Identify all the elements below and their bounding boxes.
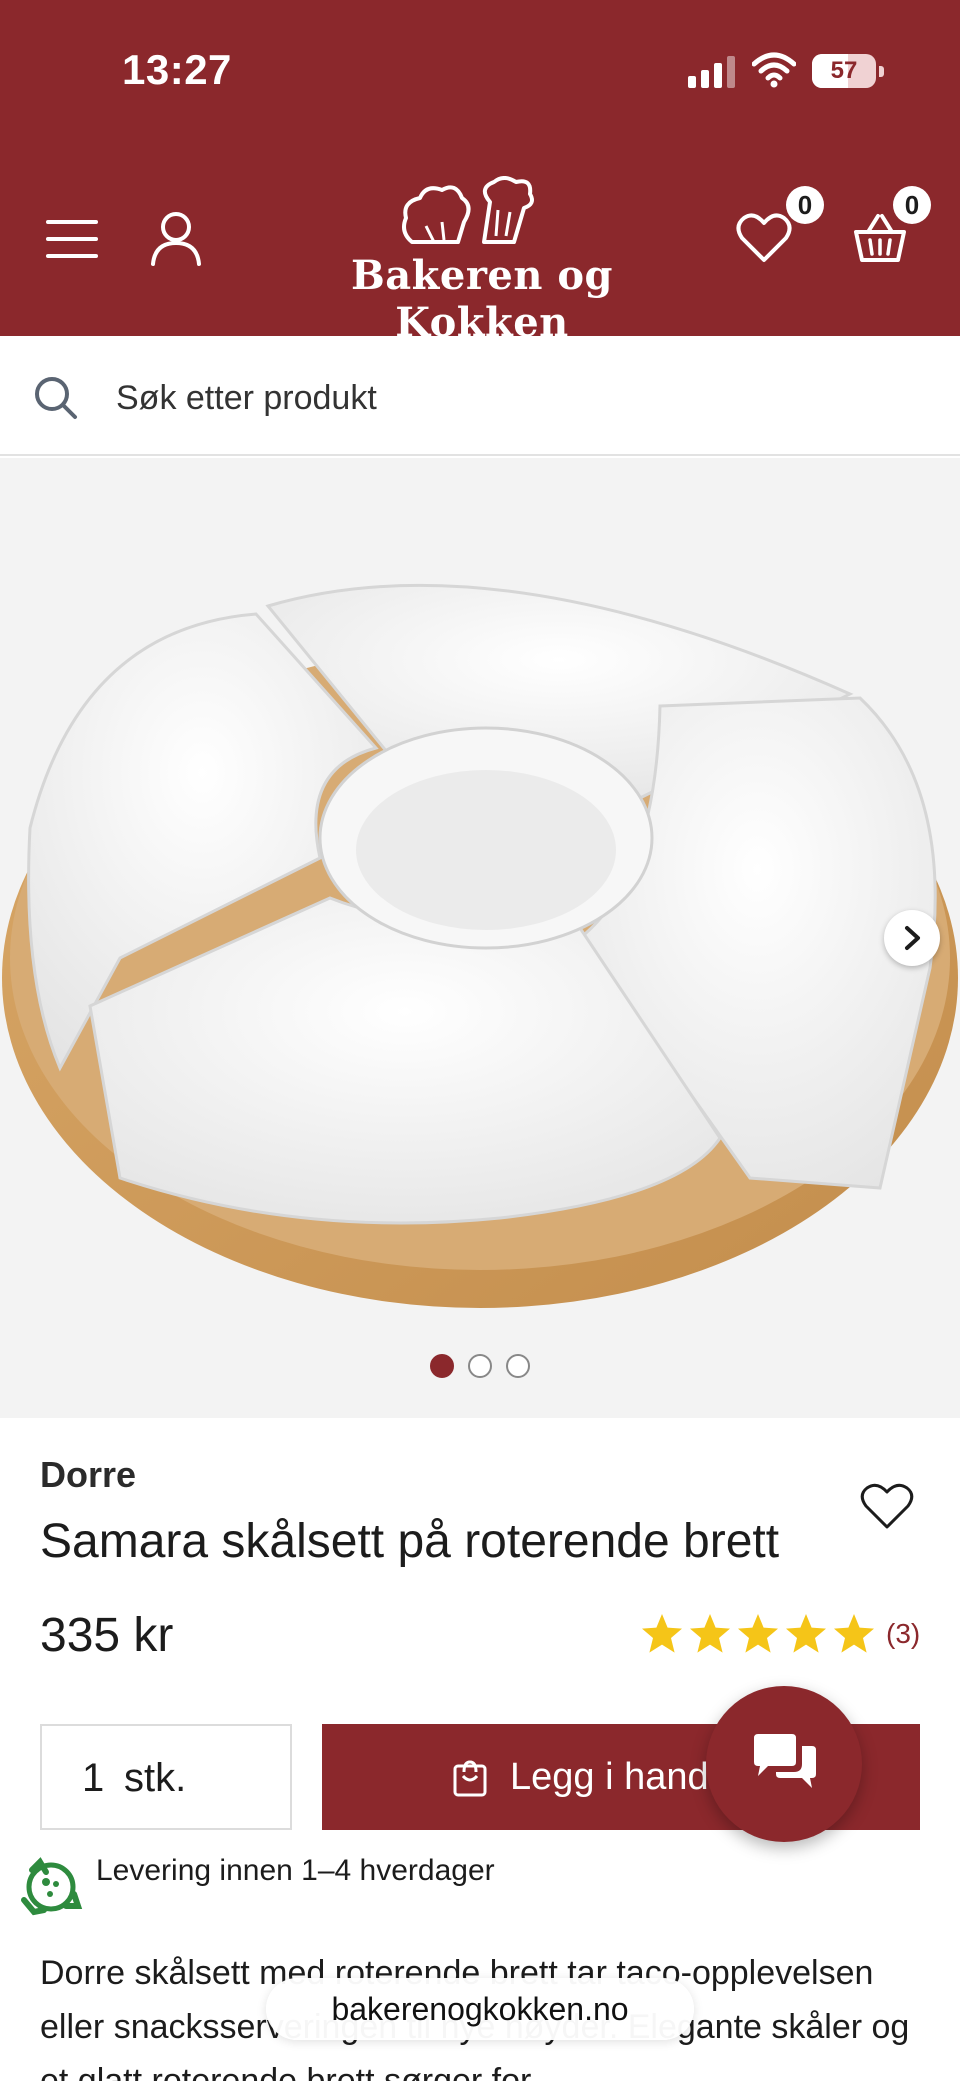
account-icon[interactable] xyxy=(150,210,202,266)
product-image-gallery[interactable] xyxy=(0,458,960,1418)
logo-text: Bakeren og Kokken xyxy=(350,252,614,346)
star-icon xyxy=(786,1614,826,1653)
cart-count-badge: 0 xyxy=(893,186,931,224)
delivery-info: Levering innen 1–4 hverdager xyxy=(96,1854,495,1887)
star-icon xyxy=(690,1614,730,1653)
battery-level: 57 xyxy=(830,57,858,84)
gallery-dot-1[interactable] xyxy=(430,1354,454,1378)
browser-url-bar[interactable]: bakerenogkokken.no xyxy=(266,1978,694,2040)
chat-button[interactable] xyxy=(706,1686,862,1842)
chevron-right-icon xyxy=(905,926,920,950)
gallery-dot-3[interactable] xyxy=(506,1354,530,1378)
cellular-signal-icon xyxy=(688,56,736,88)
product-price: 335 kr xyxy=(40,1609,174,1662)
quantity-value: 1 xyxy=(82,1756,105,1800)
star-icon xyxy=(738,1614,778,1653)
shopping-bag-icon xyxy=(453,1760,487,1797)
wishlist-count-badge: 0 xyxy=(786,186,824,224)
search-input[interactable] xyxy=(116,370,896,426)
quantity-selector[interactable]: 1 stk. xyxy=(40,1724,292,1830)
quantity-unit: stk. xyxy=(124,1756,187,1800)
chef-hat-logo-icon xyxy=(402,176,534,244)
star-icon xyxy=(834,1614,874,1653)
battery-indicator: 57 xyxy=(812,54,884,88)
status-time: 13:27 xyxy=(122,46,232,93)
gallery-dot-2[interactable] xyxy=(468,1354,492,1378)
menu-button[interactable] xyxy=(46,216,98,262)
wifi-icon xyxy=(752,52,796,88)
star-icon xyxy=(642,1614,682,1653)
site-logo[interactable]: Bakeren og Kokken xyxy=(292,176,672,346)
search-icon[interactable] xyxy=(34,376,78,420)
product-image xyxy=(2,583,958,1308)
add-to-wishlist-heart-icon[interactable] xyxy=(860,1482,914,1530)
gallery-pagination xyxy=(0,1354,960,1378)
product-brand[interactable]: Dorre xyxy=(40,1454,136,1496)
rating-stars[interactable] xyxy=(640,1612,880,1656)
wishlist-icon[interactable] xyxy=(736,212,792,264)
site-header: 13:27 57 Bakeren og Kokken 0 0 xyxy=(0,0,960,346)
next-image-button[interactable] xyxy=(884,910,940,966)
search-bar xyxy=(0,336,960,456)
product-title: Samara skålsett på roterende brett xyxy=(40,1515,780,1568)
eco-recycle-badge-icon[interactable] xyxy=(16,1852,86,1922)
chat-bubbles-icon xyxy=(754,1734,816,1788)
status-bar: 13:27 57 xyxy=(0,0,960,140)
review-count[interactable]: (3) xyxy=(886,1618,920,1650)
